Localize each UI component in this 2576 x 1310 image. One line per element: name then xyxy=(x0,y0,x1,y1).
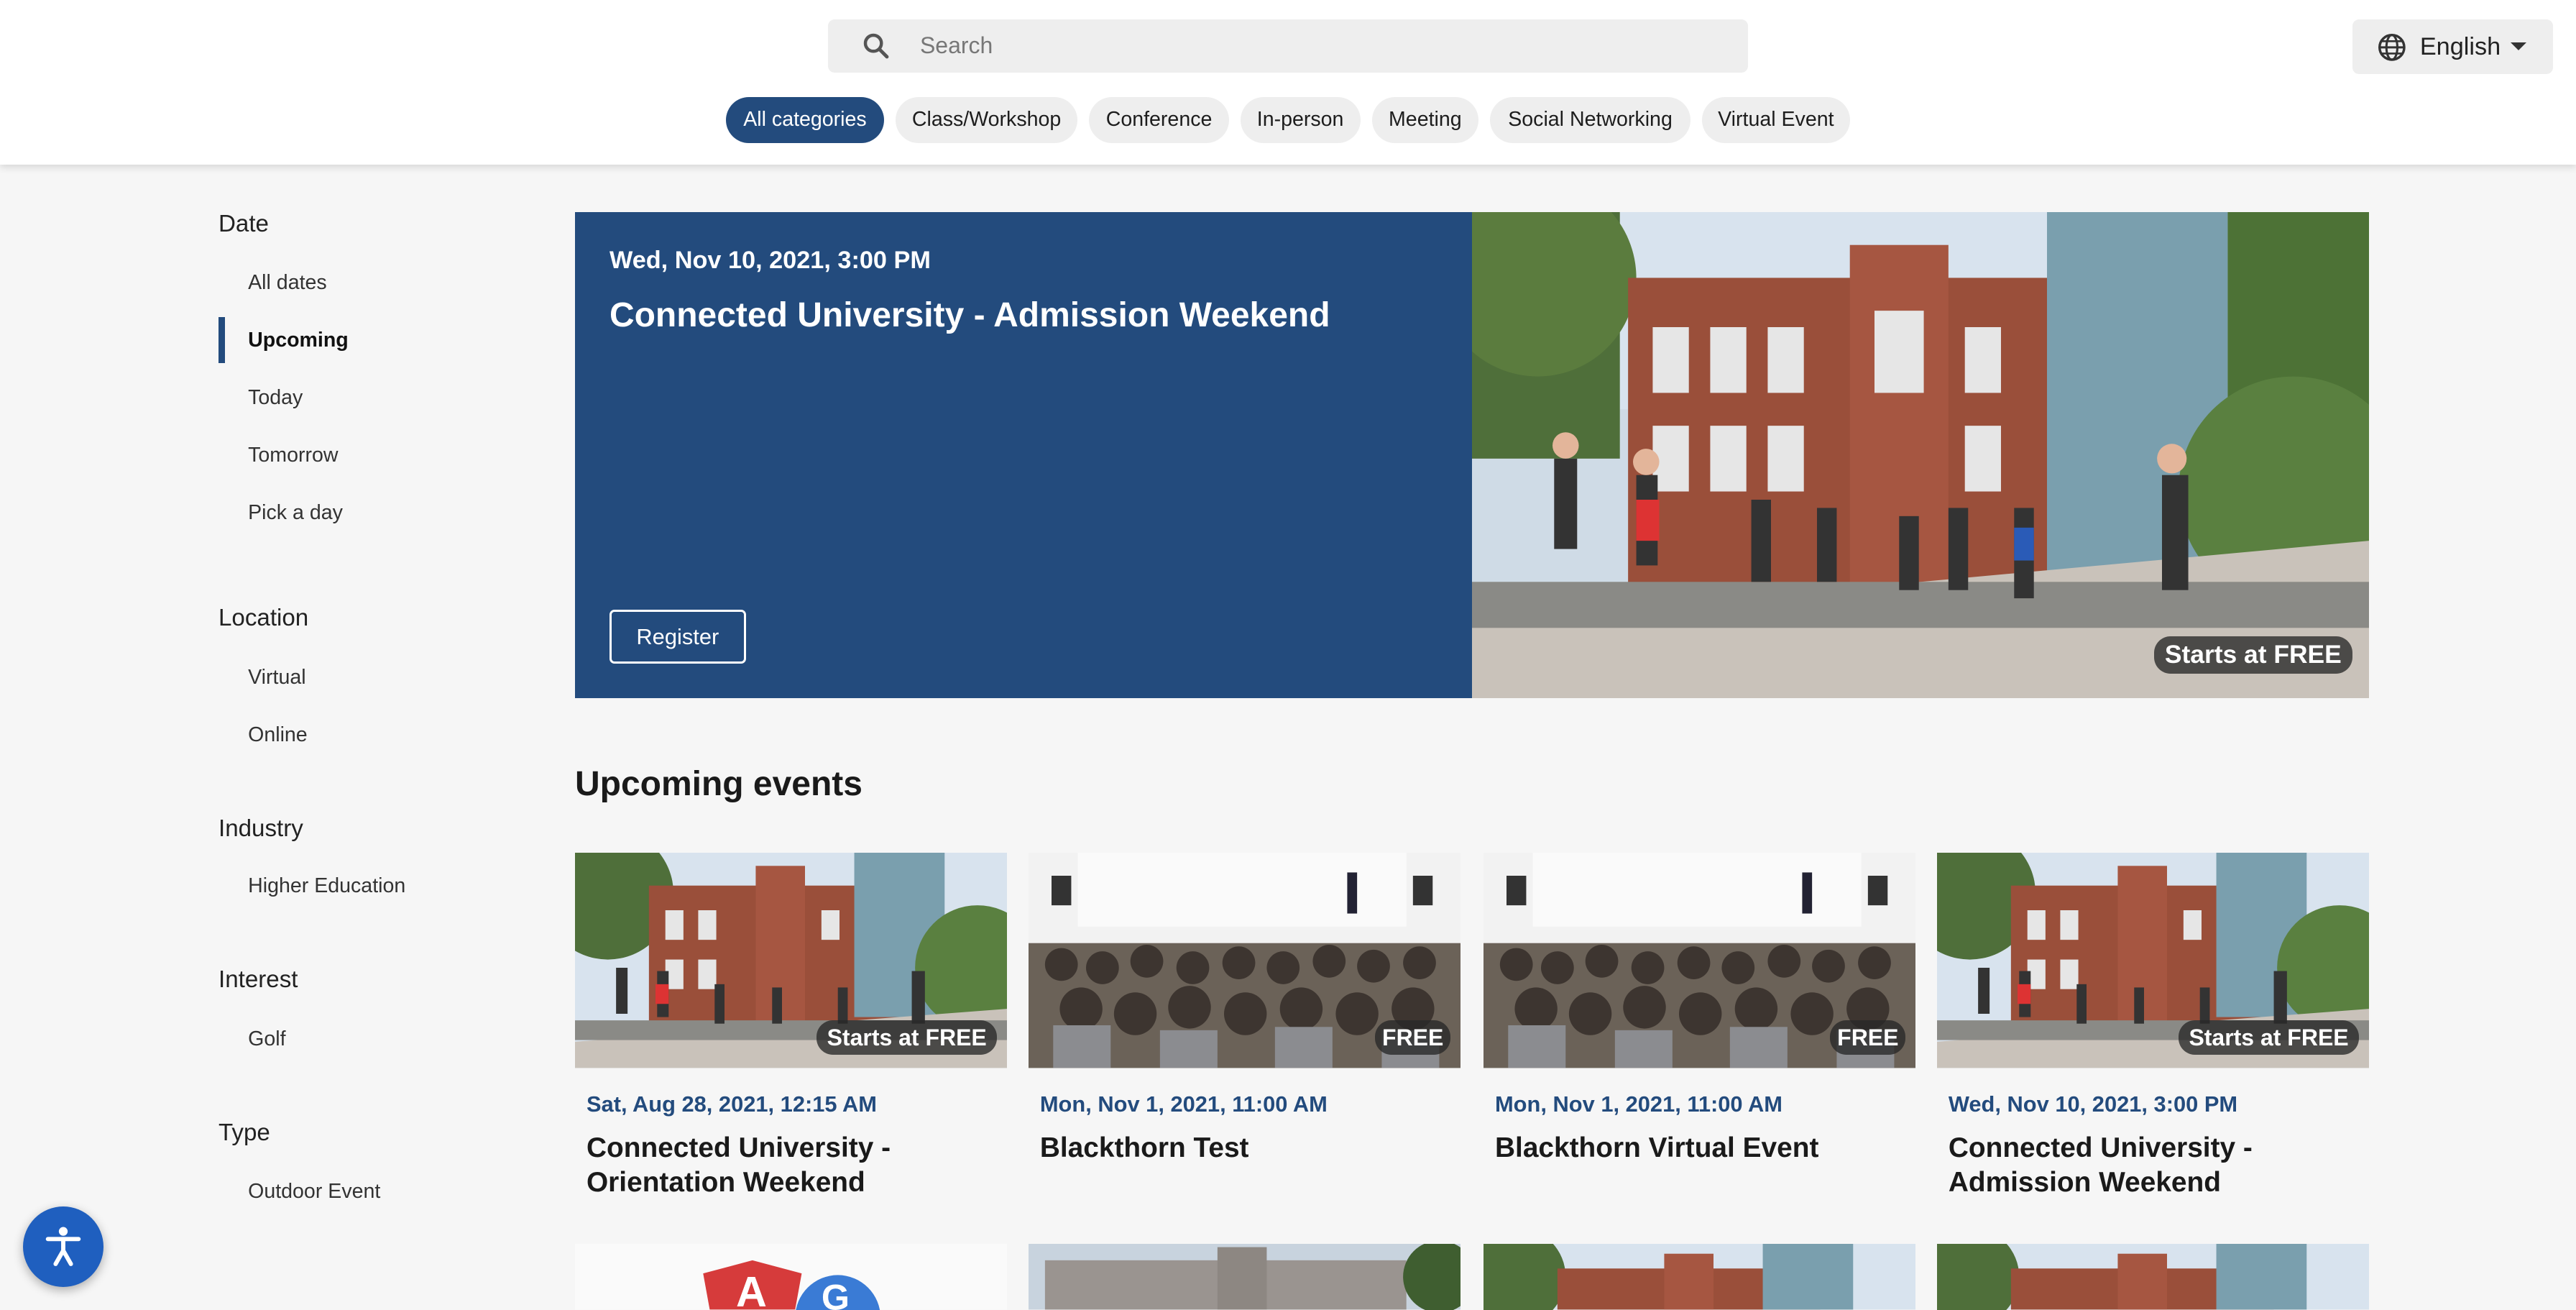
filter-interest-golf[interactable]: Golf xyxy=(248,1027,285,1051)
category-chip-in-person[interactable]: In-person xyxy=(1240,96,1361,143)
campus-photo xyxy=(1471,211,2369,699)
featured-price-badge: Starts at FREE xyxy=(2153,636,2353,674)
filter-location-virtual[interactable]: Virtual xyxy=(248,666,305,690)
filter-industry-higher-education[interactable]: Higher Education xyxy=(248,874,405,898)
featured-event-date: Wed, Nov 10, 2021, 3:00 PM xyxy=(609,246,931,274)
upcoming-events-heading: Upcoming events xyxy=(574,764,862,803)
event-price-badge: FREE xyxy=(1375,1020,1451,1055)
category-chip-meeting[interactable]: Meeting xyxy=(1371,96,1479,143)
svg-text:G: G xyxy=(822,1277,850,1310)
featured-event-info: Wed, Nov 10, 2021, 3:00 PM Connected Uni… xyxy=(574,211,1472,699)
accessibility-icon xyxy=(45,1227,81,1266)
filter-date-today[interactable]: Today xyxy=(248,386,303,410)
event-card-title[interactable]: Connected University - Orientation Weeke… xyxy=(586,1131,997,1200)
event-card-title[interactable]: Connected University - Admission Weekend xyxy=(1949,1131,2359,1200)
featured-event-image[interactable]: Starts at FREE xyxy=(1471,211,2369,699)
event-card-image[interactable] xyxy=(1028,1244,1460,1310)
language-selector[interactable]: English xyxy=(2352,19,2553,74)
event-card-date: Wed, Nov 10, 2021, 3:00 PM xyxy=(1948,1091,2238,1117)
filter-type-outdoor-event[interactable]: Outdoor Event xyxy=(248,1180,380,1204)
top-header: English All categories Class/Workshop Co… xyxy=(0,0,2576,165)
svg-text:A: A xyxy=(736,1268,767,1310)
category-chip-conference[interactable]: Conference xyxy=(1089,96,1229,143)
campus-photo xyxy=(1936,1244,2369,1310)
featured-event-title[interactable]: Connected University - Admission Weekend xyxy=(610,296,1330,335)
event-price-badge: Starts at FREE xyxy=(816,1020,998,1055)
filter-heading-type: Type xyxy=(218,1119,270,1146)
globe-icon xyxy=(2378,34,2406,62)
filter-location-online[interactable]: Online xyxy=(248,723,308,747)
campus-photo xyxy=(1483,1244,1916,1310)
accessibility-button[interactable] xyxy=(22,1206,104,1287)
language-label: English xyxy=(2419,32,2501,60)
event-card-image[interactable]: Starts at FREE xyxy=(1936,853,2369,1068)
event-price-badge: Starts at FREE xyxy=(2178,1020,2360,1055)
event-card-image[interactable]: A G xyxy=(574,1244,1008,1310)
filter-heading-industry: Industry xyxy=(218,815,303,842)
event-card-image[interactable]: FREE xyxy=(1483,853,1916,1068)
event-card-image[interactable]: Starts at FREE xyxy=(574,853,1008,1068)
event-card-image[interactable] xyxy=(1936,1244,2369,1310)
search-bar[interactable] xyxy=(827,19,1748,73)
filter-date-pick-a-day[interactable]: Pick a day xyxy=(248,501,343,525)
category-chip-all[interactable]: All categories xyxy=(726,96,884,143)
filter-heading-interest: Interest xyxy=(218,966,298,993)
category-chip-social-networking[interactable]: Social Networking xyxy=(1490,96,1690,143)
event-card-title[interactable]: Blackthorn Test xyxy=(1040,1131,1450,1165)
filter-date-upcoming[interactable]: Upcoming xyxy=(248,329,349,352)
category-filter-bar: All categories Class/Workshop Conference… xyxy=(0,96,2576,143)
event-price-badge: FREE xyxy=(1830,1020,1906,1055)
chevron-down-icon xyxy=(2510,42,2526,50)
active-filter-indicator xyxy=(218,317,226,364)
event-card-date: Mon, Nov 1, 2021, 11:00 AM xyxy=(1494,1091,1782,1117)
event-card-title[interactable]: Blackthorn Virtual Event xyxy=(1495,1131,1905,1165)
featured-event[interactable]: Wed, Nov 10, 2021, 3:00 PM Connected Uni… xyxy=(574,211,2369,699)
event-card-image[interactable]: FREE xyxy=(1028,853,1460,1068)
search-icon[interactable] xyxy=(861,31,891,60)
building-photo xyxy=(1028,1244,1460,1310)
event-card-image[interactable] xyxy=(1483,1244,1916,1310)
filter-date-tomorrow[interactable]: Tomorrow xyxy=(248,444,338,467)
filter-heading-location: Location xyxy=(218,605,309,632)
filter-heading-date: Date xyxy=(218,210,269,237)
filter-date-all-dates[interactable]: All dates xyxy=(248,271,327,295)
event-card-date: Mon, Nov 1, 2021, 11:00 AM xyxy=(1039,1091,1328,1117)
framework-logos-image: A G xyxy=(574,1244,1008,1310)
event-card-date: Sat, Aug 28, 2021, 12:15 AM xyxy=(586,1091,877,1117)
category-chip-virtual-event[interactable]: Virtual Event xyxy=(1701,96,1850,143)
search-input[interactable] xyxy=(919,19,1725,73)
register-button[interactable]: Register xyxy=(609,609,746,664)
category-chip-class-workshop[interactable]: Class/Workshop xyxy=(895,96,1078,143)
